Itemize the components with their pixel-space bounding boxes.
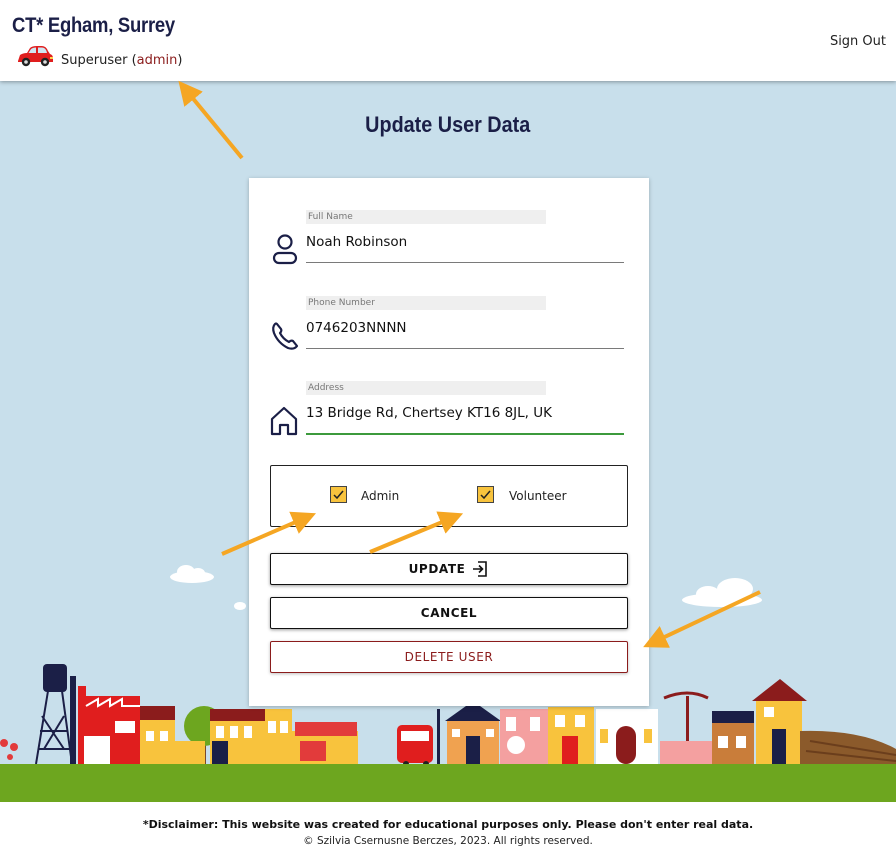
phone-underline	[306, 348, 624, 349]
phone-label: Phone Number	[306, 296, 546, 310]
brand-title: CT* Egham, Surrey	[12, 14, 175, 37]
user-role: Superuser (admin)	[61, 53, 182, 68]
cancel-button[interactable]: CANCEL	[270, 597, 628, 629]
update-user-form: Full Name Phone Number Address Admin Vol…	[249, 178, 649, 706]
admin-checkbox[interactable]	[330, 486, 347, 503]
full-name-field: Full Name	[269, 210, 624, 270]
footer: *Disclaimer: This website was created fo…	[0, 802, 896, 862]
address-field: Address	[269, 381, 624, 441]
checkmark-icon	[333, 490, 344, 500]
phone-icon	[272, 322, 299, 350]
phone-field: Phone Number	[269, 296, 624, 356]
phone-input[interactable]	[306, 320, 624, 336]
volunteer-label: Volunteer	[509, 489, 567, 503]
sign-out-link[interactable]: Sign Out	[830, 34, 886, 49]
address-input[interactable]	[306, 405, 624, 421]
full-name-underline	[306, 262, 624, 263]
volunteer-checkbox[interactable]	[477, 486, 494, 503]
full-name-input[interactable]	[306, 234, 624, 250]
car-icon	[18, 46, 53, 67]
roles-group: Admin Volunteer	[270, 465, 628, 527]
address-label: Address	[306, 381, 546, 395]
address-underline	[306, 433, 624, 435]
person-icon	[272, 234, 298, 265]
update-button[interactable]: UPDATE	[270, 553, 628, 585]
house-icon	[270, 406, 298, 436]
top-header: CT* Egham, Surrey Superuser (admin) Sign…	[0, 0, 896, 81]
disclaimer: *Disclaimer: This website was created fo…	[142, 818, 754, 831]
delete-user-button[interactable]: DELETE USER	[270, 641, 628, 673]
copyright: © Szilvia Csernusne Berczes, 2023. All r…	[303, 835, 593, 847]
admin-label: Admin	[361, 489, 400, 503]
update-label: UPDATE	[408, 562, 466, 576]
role-suffix: )	[177, 53, 183, 68]
checkmark-icon	[480, 490, 491, 500]
username: admin	[136, 53, 178, 68]
page-title: Update User Data	[365, 112, 531, 137]
full-name-label: Full Name	[306, 210, 546, 224]
role-prefix: Superuser (	[61, 53, 137, 68]
login-icon	[473, 561, 488, 577]
